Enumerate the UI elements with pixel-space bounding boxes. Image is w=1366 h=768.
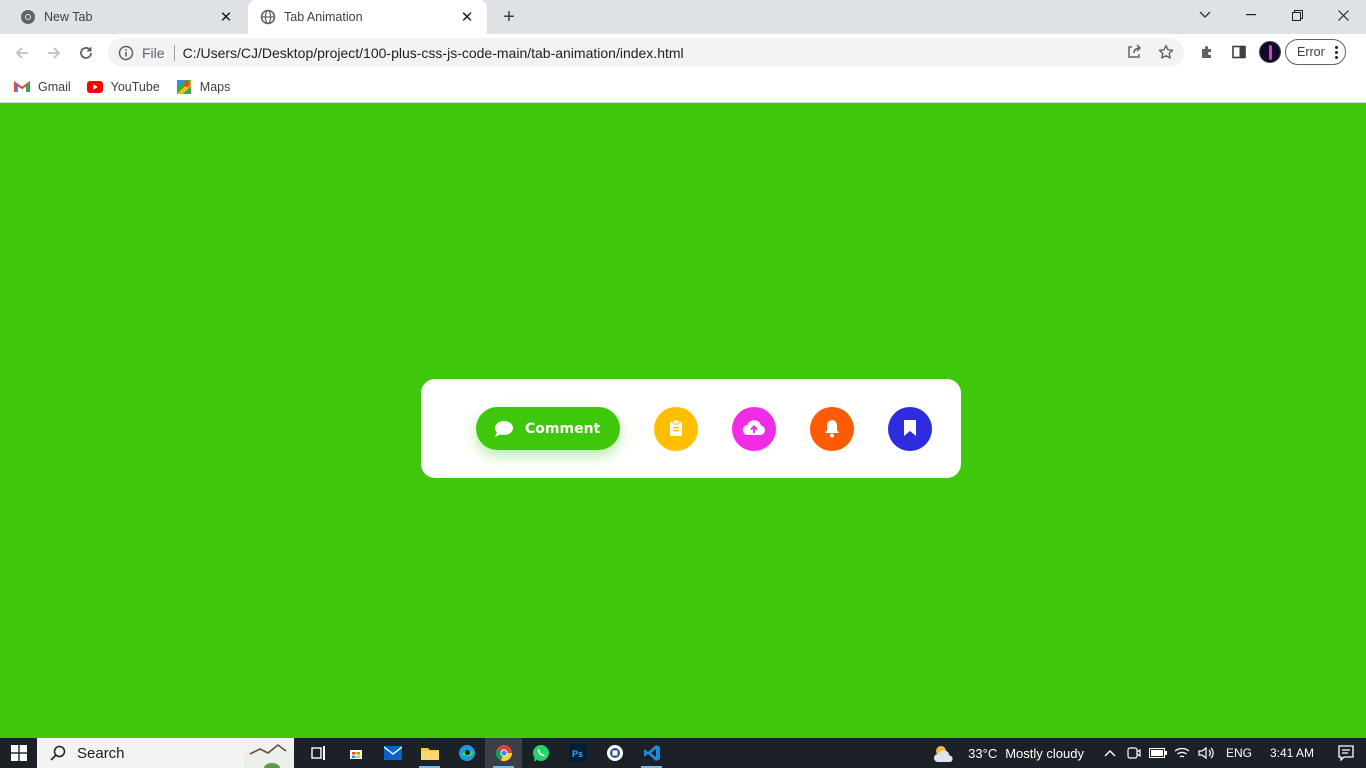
- bookmark-label: Gmail: [38, 79, 71, 94]
- whatsapp-icon[interactable]: [522, 738, 559, 768]
- tab-new-tab[interactable]: New Tab ✕: [0, 0, 246, 34]
- divider: [173, 44, 175, 61]
- volume-icon[interactable]: [1194, 738, 1218, 768]
- windows-start-icon[interactable]: [0, 738, 37, 768]
- tab-comment-button[interactable]: Comment: [476, 407, 620, 450]
- taskbar-search-box[interactable]: Search: [37, 738, 294, 768]
- profile-error-label: Error: [1297, 45, 1325, 59]
- tab-title: New Tab: [44, 10, 93, 24]
- wifi-icon[interactable]: [1170, 738, 1194, 768]
- taskbar-apps: Ps: [300, 738, 670, 768]
- browser-tab-strip: New Tab ✕ Tab Animation ✕ +: [0, 0, 1366, 34]
- chrome-taskbar-icon[interactable]: [485, 738, 522, 768]
- extensions-puzzle-icon[interactable]: [1195, 38, 1219, 66]
- chat-bubble-icon: [494, 420, 514, 438]
- weather-condition[interactable]: Mostly cloudy: [1005, 746, 1084, 761]
- taskbar-search-label: Search: [77, 744, 125, 762]
- new-tab-button[interactable]: +: [498, 6, 520, 28]
- tab-cloud-upload-button[interactable]: [732, 407, 776, 451]
- microsoft-store-icon[interactable]: [337, 738, 374, 768]
- bookmark-label: Maps: [199, 79, 231, 94]
- kebab-menu-icon[interactable]: [1335, 45, 1339, 59]
- restore-icon[interactable]: [1274, 0, 1320, 30]
- bell-icon: [823, 418, 841, 441]
- globe-icon: [260, 9, 276, 25]
- reload-icon[interactable]: [72, 39, 100, 67]
- maps-icon: [176, 79, 192, 95]
- search-icon: [49, 744, 67, 762]
- chevron-up-icon[interactable]: [1098, 738, 1122, 768]
- tab-notifications-button[interactable]: [810, 407, 854, 451]
- photoshop-icon[interactable]: Ps: [559, 738, 596, 768]
- profile-error-button[interactable]: Error: [1285, 39, 1346, 65]
- meet-now-icon[interactable]: [1122, 738, 1146, 768]
- app-circle-icon[interactable]: [596, 738, 633, 768]
- site-info-icon[interactable]: [118, 45, 134, 61]
- battery-icon[interactable]: [1146, 738, 1170, 768]
- edge-icon[interactable]: [448, 738, 485, 768]
- search-highlight-illustration: [244, 738, 294, 768]
- back-arrow-icon[interactable]: [8, 39, 36, 67]
- window-controls: [1228, 0, 1366, 30]
- vscode-icon[interactable]: [633, 738, 670, 768]
- omnibox-actions: [1124, 42, 1176, 62]
- svg-text:Ps: Ps: [572, 749, 583, 759]
- share-icon[interactable]: [1124, 42, 1144, 62]
- youtube-icon: [86, 79, 103, 95]
- bookmarks-bar: Gmail YouTube Maps: [0, 71, 1366, 103]
- notification-center-icon[interactable]: [1326, 738, 1366, 768]
- bookmark-youtube[interactable]: YouTube: [86, 79, 160, 95]
- close-window-icon[interactable]: [1320, 0, 1366, 30]
- close-tab-icon[interactable]: ✕: [216, 7, 236, 27]
- bookmark-maps[interactable]: Maps: [176, 79, 231, 95]
- tab-search-chevron-icon[interactable]: [1192, 4, 1218, 26]
- cloud-upload-icon: [742, 419, 766, 440]
- bookmark-gmail[interactable]: Gmail: [14, 79, 71, 95]
- gmail-icon: [14, 79, 30, 95]
- tab-clipboard-button[interactable]: [654, 407, 698, 451]
- url-text[interactable]: C:/Users/CJ/Desktop/project/100-plus-css…: [183, 45, 684, 61]
- forward-arrow-icon[interactable]: [40, 39, 68, 67]
- clipboard-icon: [668, 419, 684, 440]
- bookmark-icon: [903, 419, 917, 440]
- weather-temperature[interactable]: 33°C: [968, 746, 997, 761]
- close-tab-icon[interactable]: ✕: [457, 7, 477, 27]
- toolbar-right: Error: [1195, 38, 1346, 66]
- tab-bookmark-button[interactable]: [888, 407, 932, 451]
- file-explorer-icon[interactable]: [411, 738, 448, 768]
- mail-icon[interactable]: [374, 738, 411, 768]
- bookmark-label: YouTube: [110, 79, 160, 94]
- address-bar[interactable]: File C:/Users/CJ/Desktop/project/100-plu…: [108, 38, 1184, 67]
- bookmark-star-icon[interactable]: [1156, 42, 1176, 62]
- weather-cloudy-icon[interactable]: [932, 742, 956, 764]
- minimize-icon[interactable]: [1228, 0, 1274, 30]
- tab-title: Tab Animation: [284, 10, 363, 24]
- side-panel-icon[interactable]: [1227, 38, 1251, 66]
- page-viewport: Comment: [0, 103, 1366, 738]
- tab-active-label: Comment: [525, 420, 601, 437]
- tab-menu-card: Comment: [421, 379, 961, 478]
- chrome-icon: [20, 9, 36, 25]
- avatar[interactable]: [1259, 41, 1281, 63]
- scheme-label: File: [142, 44, 165, 61]
- browser-toolbar: File C:/Users/CJ/Desktop/project/100-plu…: [0, 34, 1366, 71]
- system-tray: 33°C Mostly cloudy ENG 3:41 AM: [932, 738, 1366, 768]
- task-view-icon[interactable]: [300, 738, 337, 768]
- clock-time[interactable]: 3:41 AM: [1270, 746, 1314, 760]
- tab-tab-animation[interactable]: Tab Animation ✕: [248, 0, 487, 34]
- windows-taskbar: Search Ps 33°C Mostly cloudy ENG 3:41 AM: [0, 738, 1366, 768]
- language-indicator[interactable]: ENG: [1226, 746, 1252, 760]
